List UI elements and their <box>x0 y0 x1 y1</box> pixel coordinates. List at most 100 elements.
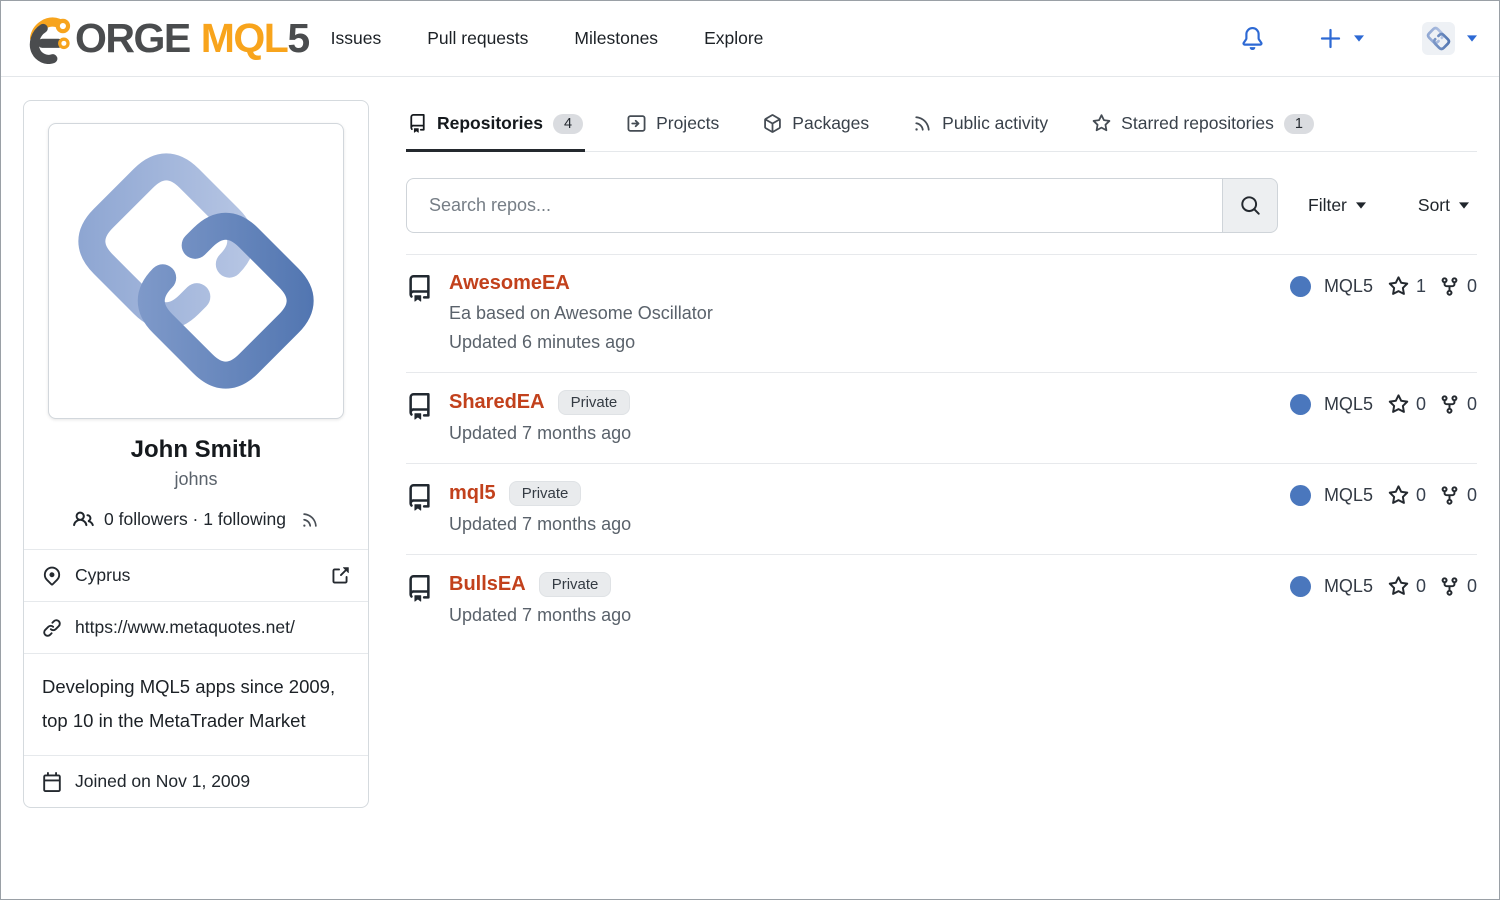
star-number: 1 <box>1416 276 1426 297</box>
location-text: Cyprus <box>75 565 130 586</box>
repo-name-link[interactable]: AwesomeEA <box>449 272 570 295</box>
tab-packages[interactable]: Packages <box>761 100 871 152</box>
fork-number: 0 <box>1467 394 1477 415</box>
create-new-dropdown[interactable] <box>1320 28 1364 49</box>
search-input[interactable] <box>406 178 1222 233</box>
star-count[interactable]: 0 <box>1388 394 1426 415</box>
repo-info: SharedEA Private Updated 7 months ago <box>449 390 631 444</box>
logo-text-mql: MQL <box>201 18 288 59</box>
language-name: MQL5 <box>1324 276 1373 297</box>
fork-count[interactable]: 0 <box>1439 576 1477 597</box>
location-pin-icon <box>42 566 62 586</box>
repo-name-link[interactable]: mql5 <box>449 482 496 505</box>
tab-label: Public activity <box>942 113 1048 134</box>
chevron-down-icon <box>1356 202 1366 209</box>
repo-icon <box>408 114 427 133</box>
tab-label: Starred repositories <box>1121 113 1274 134</box>
repo-row: SharedEA Private Updated 7 months ago MQ… <box>406 373 1477 464</box>
star-count[interactable]: 0 <box>1388 576 1426 597</box>
top-nav-links: Issues Pull requests Milestones Explore <box>331 28 764 49</box>
repo-updated: Updated 7 months ago <box>449 514 631 535</box>
forge-mql5-logo[interactable]: ORGE MQL 5 <box>23 14 309 64</box>
repo-row: mql5 Private Updated 7 months ago MQL5 0 <box>406 464 1477 555</box>
plus-icon <box>1320 28 1341 49</box>
repo-name-link[interactable]: BullsEA <box>449 573 526 596</box>
private-badge: Private <box>509 481 582 506</box>
star-icon <box>1388 394 1409 415</box>
nav-pull-requests[interactable]: Pull requests <box>427 28 528 49</box>
search-button[interactable] <box>1222 178 1278 233</box>
profile-username: johns <box>48 469 344 490</box>
repo-meta: MQL5 1 0 <box>1290 272 1477 297</box>
page-body: John Smith johns 0 followers · 1 followi… <box>1 77 1499 808</box>
repo-updated: Updated 6 minutes ago <box>449 332 713 353</box>
repositories-count-badge: 4 <box>553 114 583 134</box>
filter-dropdown[interactable]: Filter <box>1308 195 1366 216</box>
star-icon <box>1388 276 1409 297</box>
star-count[interactable]: 1 <box>1388 276 1426 297</box>
language-dot <box>1290 576 1311 597</box>
logo-text-5: 5 <box>287 18 308 59</box>
star-number: 0 <box>1416 576 1426 597</box>
chevron-down-icon <box>1459 202 1469 209</box>
app-window: ORGE MQL 5 Issues Pull requests Mileston… <box>0 0 1500 900</box>
rss-icon[interactable] <box>301 511 319 529</box>
link-icon <box>42 618 62 638</box>
followers-text[interactable]: 0 followers · 1 following <box>104 509 286 530</box>
project-board-icon <box>627 114 646 133</box>
fork-count[interactable]: 0 <box>1439 276 1477 297</box>
star-count[interactable]: 0 <box>1388 485 1426 506</box>
website-link[interactable]: https://www.metaquotes.net/ <box>75 617 295 638</box>
repo-updated: Updated 7 months ago <box>449 423 631 444</box>
fork-number: 0 <box>1467 485 1477 506</box>
profile-card-top: John Smith johns 0 followers · 1 followi… <box>24 101 368 549</box>
tab-repositories[interactable]: Repositories 4 <box>406 100 585 152</box>
external-link-icon[interactable] <box>330 566 350 586</box>
tab-projects[interactable]: Projects <box>625 100 721 152</box>
profile-card: John Smith johns 0 followers · 1 followi… <box>23 100 369 808</box>
repo-icon <box>406 393 433 420</box>
tab-public-activity[interactable]: Public activity <box>911 100 1050 152</box>
fork-number: 0 <box>1467 276 1477 297</box>
repo-search-bar: Filter Sort <box>406 178 1477 233</box>
repo-meta: MQL5 0 0 <box>1290 572 1477 597</box>
star-number: 0 <box>1416 485 1426 506</box>
sort-label: Sort <box>1418 195 1450 216</box>
joined-text: Joined on Nov 1, 2009 <box>75 771 250 792</box>
star-icon <box>1388 576 1409 597</box>
fork-count[interactable]: 0 <box>1439 394 1477 415</box>
nav-milestones[interactable]: Milestones <box>574 28 658 49</box>
location-row: Cyprus <box>24 549 368 601</box>
sort-dropdown[interactable]: Sort <box>1418 195 1469 216</box>
tab-label: Packages <box>792 113 869 134</box>
profile-avatar[interactable] <box>48 123 344 419</box>
repo-info: BullsEA Private Updated 7 months ago <box>449 572 631 626</box>
rss-icon <box>913 114 932 133</box>
repo-row: BullsEA Private Updated 7 months ago MQL… <box>406 555 1477 645</box>
fork-icon <box>1439 576 1460 597</box>
notifications-bell-icon[interactable] <box>1241 27 1264 50</box>
star-icon <box>1092 114 1111 133</box>
repo-icon <box>406 575 433 602</box>
fork-number: 0 <box>1467 576 1477 597</box>
topbar-right-cluster <box>1241 22 1477 55</box>
fork-icon <box>1439 485 1460 506</box>
repo-name-link[interactable]: SharedEA <box>449 391 545 414</box>
starred-count-badge: 1 <box>1284 114 1314 134</box>
interlocked-links-logo <box>61 136 331 406</box>
fork-icon <box>1439 276 1460 297</box>
search-icon <box>1240 195 1261 216</box>
avatar <box>1422 22 1455 55</box>
user-menu-dropdown[interactable] <box>1422 22 1477 55</box>
fork-count[interactable]: 0 <box>1439 485 1477 506</box>
nav-issues[interactable]: Issues <box>331 28 382 49</box>
language-name: MQL5 <box>1324 394 1373 415</box>
tab-starred-repositories[interactable]: Starred repositories 1 <box>1090 100 1316 152</box>
main-content: Repositories 4 Projects Packages <box>406 100 1477 808</box>
language-dot <box>1290 485 1311 506</box>
repo-row: AwesomeEA Ea based on Awesome Oscillator… <box>406 255 1477 373</box>
nav-explore[interactable]: Explore <box>704 28 763 49</box>
language-dot <box>1290 276 1311 297</box>
repo-info: mql5 Private Updated 7 months ago <box>449 481 631 535</box>
profile-bio: Developing MQL5 apps since 2009, top 10 … <box>24 653 368 755</box>
